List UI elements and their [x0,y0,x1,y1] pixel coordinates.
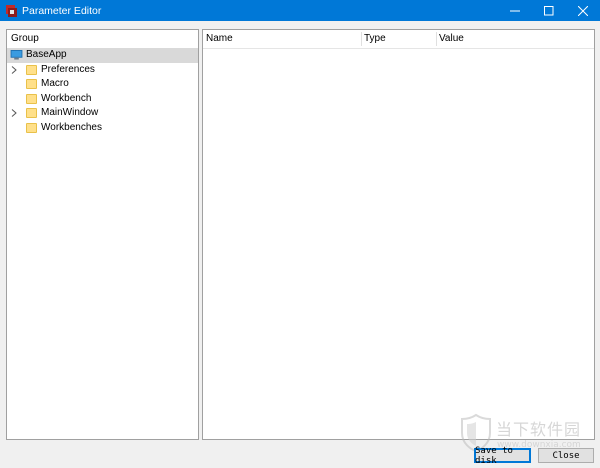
tree-item-label: Workbench [41,92,92,104]
chevron-right-icon[interactable] [11,106,19,120]
maximize-button[interactable] [532,0,566,21]
tree-item-label: MainWindow [41,107,99,118]
tree-item-workbenches[interactable]: Workbenches [7,121,198,136]
save-to-disk-button[interactable]: Save to disk [474,446,531,466]
minimize-button[interactable] [498,0,532,21]
tree-item-label: BaseApp [26,49,67,60]
tree-item-preferences[interactable]: Preferences [7,63,198,78]
column-header-value[interactable]: Value [436,30,594,48]
table-header: Name Type Value [203,30,594,49]
window-title: Parameter Editor [22,4,102,17]
folder-icon [26,79,38,89]
parameter-table[interactable]: Name Type Value [202,29,595,440]
column-header-type[interactable]: Type [361,30,436,48]
app-icon [6,4,17,17]
tree-item-label: Macro [41,78,69,89]
folder-icon [26,122,38,133]
tree-item-mainwindow[interactable]: MainWindow [7,106,198,121]
group-tree[interactable]: Group BaseApp Preferences Macro Workbenc… [6,29,199,440]
folder-icon [26,93,38,104]
close-button[interactable] [566,0,600,21]
folder-icon [26,108,38,118]
tree-item-label: Workbenches [41,121,102,133]
tree-item-label: Preferences [41,63,95,75]
close-dialog-button[interactable]: Close [538,448,594,463]
watermark-text: 当下软件园 [496,420,582,439]
folder-icon [26,64,38,75]
tree-item-baseapp[interactable]: BaseApp [7,48,198,63]
tree-item-workbench[interactable]: Workbench [7,92,198,107]
chevron-right-icon[interactable] [11,63,19,77]
tree-item-macro[interactable]: Macro [7,77,198,92]
group-tree-header: Group [11,33,39,44]
computer-icon [10,49,23,60]
title-bar[interactable]: Parameter Editor [0,0,600,21]
column-header-name[interactable]: Name [203,30,361,48]
